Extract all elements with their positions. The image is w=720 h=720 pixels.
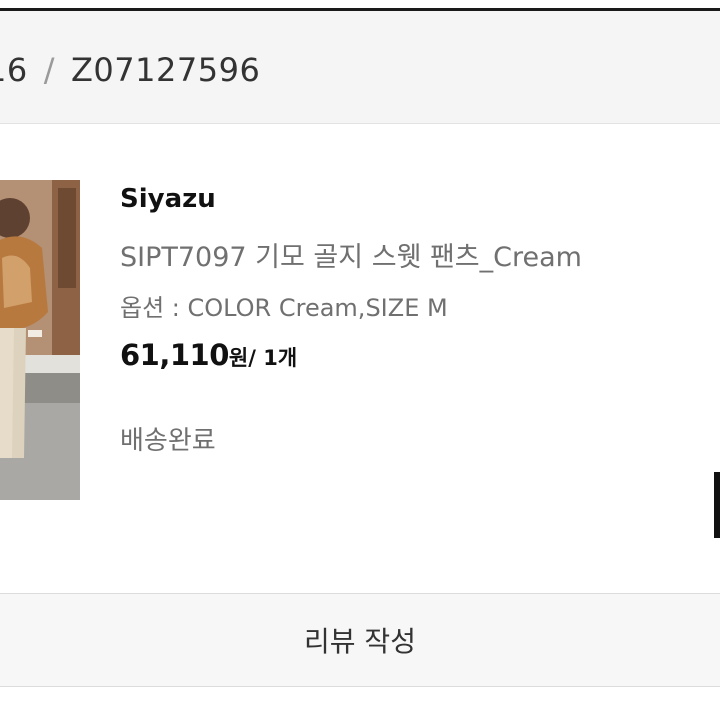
order-id-line: 16 / Z07127596 [0,51,260,89]
delivery-status: 배송완료 [120,426,216,456]
scroll-handle[interactable] [714,472,720,538]
quantity: / 1개 [248,346,298,370]
price-amount: 61,110 [120,338,229,372]
product-option: 옵션 : COLOR Cream,SIZE M [120,294,448,322]
price-line: 61,110원/ 1개 [120,338,297,372]
product-photo [0,180,80,500]
order-header: 16 / Z07127596 [0,11,720,124]
write-review-button[interactable]: 리뷰 작성 [0,593,720,687]
order-number: Z07127596 [71,51,261,89]
order-date-fragment: 16 [0,51,28,89]
product-name[interactable]: SIPT7097 기모 골지 스웻 팬츠_Cream [120,235,582,274]
order-separator: / [43,51,55,89]
order-detail-page: 16 / Z07127596 Siyazu SIPT7097 기모 골지 스웻 팬츠… [0,0,720,720]
price-currency: 원 [228,346,249,370]
brand-name[interactable]: Siyazu [120,184,216,214]
product-thumbnail[interactable] [0,180,80,500]
